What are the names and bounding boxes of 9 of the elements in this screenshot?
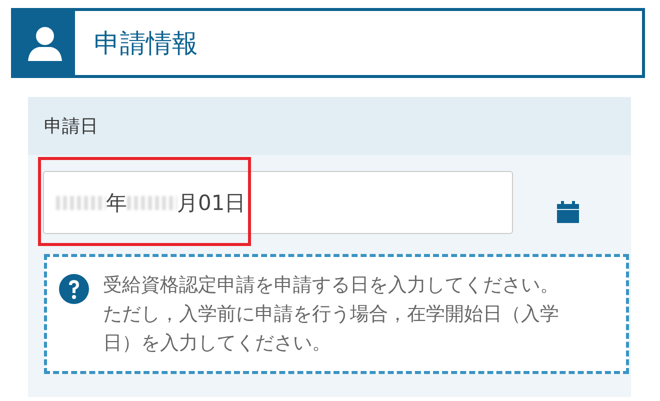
person-icon [26,24,64,62]
help-icon [59,274,89,304]
date-field[interactable]: 年 月01日 [43,171,513,234]
calendar-icon[interactable] [557,200,579,222]
redacted-mark [56,196,106,210]
section-title: 申請情報 [94,28,198,60]
redacted-mark [127,196,177,210]
help-text: 受給資格認定申請を申請する日を入力してください。ただし，入学前に申請を行う場合，在学開始日（入学日）を入力してください。 [103,273,560,356]
field-label: 申請日 [44,115,98,138]
